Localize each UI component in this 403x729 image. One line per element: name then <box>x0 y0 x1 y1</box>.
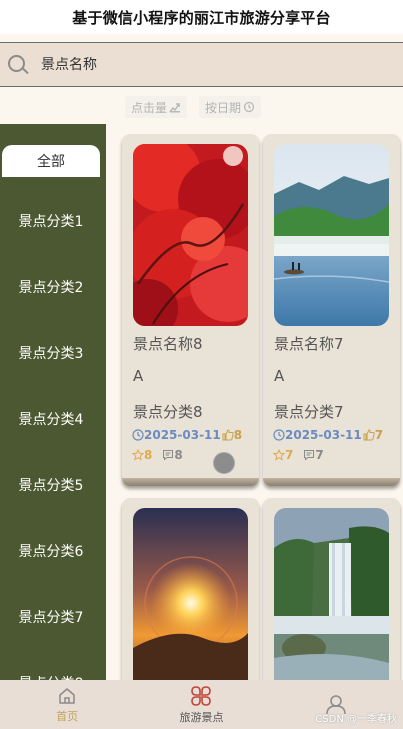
like-count-group[interactable]: 7 <box>363 428 383 442</box>
like-count: 8 <box>233 428 243 442</box>
star-icon <box>132 449 144 461</box>
comment-count-group[interactable]: 7 <box>303 448 324 462</box>
search-bar[interactable] <box>0 42 403 87</box>
sort-by-clicks-button[interactable]: 点击量 <box>125 96 188 118</box>
attraction-meta: 2025-03-11 8 <box>132 428 242 442</box>
category-item-4[interactable]: 景点分类4 <box>0 406 102 432</box>
category-item-3[interactable]: 景点分类3 <box>0 340 102 366</box>
attraction-name: 景点名称7 <box>274 335 344 353</box>
history-icon <box>243 101 255 113</box>
like-count-group[interactable]: 8 <box>222 428 242 442</box>
attraction-card[interactable]: 景点名称8 A 景点分类8 2025-03-11 8 8 8 <box>122 134 259 486</box>
attraction-category: 景点分类7 <box>274 403 344 421</box>
search-icon[interactable] <box>8 54 29 75</box>
sort-by-clicks-label: 点击量 <box>131 100 168 115</box>
attraction-card[interactable]: 景点名称7 A 景点分类7 2025-03-11 7 7 7 <box>263 134 400 486</box>
favorite-count: 7 <box>285 448 294 462</box>
tab-spots[interactable]: 旅游景点 <box>134 680 268 729</box>
attractions-icon <box>191 685 212 706</box>
attraction-date: 2025-03-11 <box>285 428 362 442</box>
home-icon <box>59 687 75 704</box>
attraction-card[interactable] <box>263 498 400 680</box>
category-item-6[interactable]: 景点分类6 <box>0 538 102 564</box>
thumbs-up-icon <box>222 429 234 441</box>
tab-home[interactable]: 首页 <box>0 680 134 729</box>
tab-home-label: 首页 <box>56 709 79 723</box>
attraction-image-waterfall[interactable] <box>274 508 389 680</box>
favorite-count: 8 <box>144 448 153 462</box>
watermark-text: CSDN @一季春秋 <box>315 714 397 725</box>
card-shadow-band <box>122 478 259 486</box>
comment-count: 8 <box>174 448 183 462</box>
comment-icon <box>304 450 315 461</box>
clock-icon <box>132 429 144 441</box>
attraction-category: 景点分类8 <box>133 403 203 421</box>
category-item-5[interactable]: 景点分类5 <box>0 472 102 498</box>
attraction-stats: 7 7 <box>273 448 324 462</box>
attraction-subtitle: A <box>133 367 144 385</box>
attraction-name: 景点名称8 <box>133 335 203 353</box>
trend-chart-icon <box>169 102 181 112</box>
comment-count-group[interactable]: 8 <box>162 448 183 462</box>
sort-bar: 点击量 按日期 <box>0 88 403 124</box>
search-input[interactable] <box>41 56 361 73</box>
app-title: 基于微信小程序的丽江市旅游分享平台 <box>72 8 331 27</box>
attraction-card[interactable] <box>122 498 259 680</box>
attraction-image-sunset[interactable] <box>133 508 248 680</box>
star-icon <box>273 449 285 461</box>
category-item-7[interactable]: 景点分类7 <box>0 604 102 630</box>
thumbs-up-icon <box>363 429 375 441</box>
tab-spots-label: 旅游景点 <box>179 710 224 724</box>
card-shadow-band <box>263 478 400 486</box>
comment-icon <box>163 450 174 461</box>
favorite-count-group[interactable]: 8 <box>132 448 152 462</box>
sort-by-date-label: 按日期 <box>205 100 242 115</box>
category-sidebar: 全部 景点分类1 景点分类2 景点分类3 景点分类4 景点分类5 景点分类6 景… <box>0 124 106 680</box>
category-item-8[interactable]: 景点分类8 <box>0 670 102 680</box>
comment-count: 7 <box>315 448 324 462</box>
attraction-grid: 景点名称8 A 景点分类8 2025-03-11 8 8 8 景点名称7 A 景… <box>106 124 403 680</box>
floating-action-button[interactable] <box>213 452 235 474</box>
attraction-image-red-maple[interactable] <box>133 144 248 326</box>
attraction-meta: 2025-03-11 7 <box>273 428 383 442</box>
attraction-date: 2025-03-11 <box>144 428 221 442</box>
category-item-2[interactable]: 景点分类2 <box>0 274 102 300</box>
category-all[interactable]: 全部 <box>2 145 100 177</box>
like-count: 7 <box>374 428 384 442</box>
favorite-count-group[interactable]: 7 <box>273 448 293 462</box>
clock-icon <box>273 429 285 441</box>
app-title-bar: 基于微信小程序的丽江市旅游分享平台 <box>0 0 403 34</box>
attraction-subtitle: A <box>274 367 285 385</box>
attraction-image-misty-lake[interactable] <box>274 144 389 326</box>
attraction-stats: 8 8 <box>132 448 183 462</box>
sort-by-date-button[interactable]: 按日期 <box>199 96 262 118</box>
category-item-1[interactable]: 景点分类1 <box>0 208 102 234</box>
